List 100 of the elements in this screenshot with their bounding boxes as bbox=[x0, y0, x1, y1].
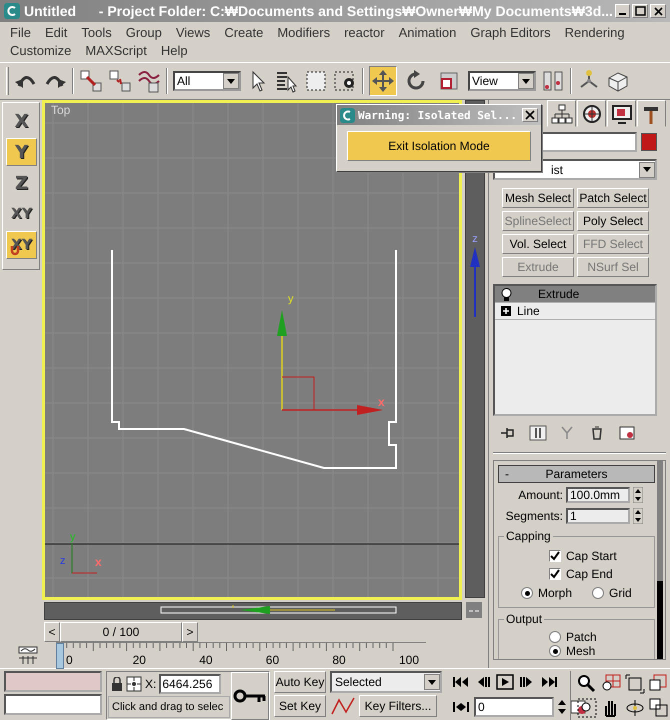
dashed-square-icon[interactable] bbox=[304, 69, 328, 93]
menu-item[interactable]: reactor bbox=[344, 24, 385, 42]
axis-constraint-button[interactable]: XY bbox=[6, 200, 37, 228]
select-by-name-icon[interactable] bbox=[275, 69, 299, 93]
field-of-view-icon[interactable] bbox=[577, 698, 597, 718]
app-logo-icon bbox=[4, 3, 20, 19]
menu-item[interactable]: Tools bbox=[81, 24, 112, 42]
menu-item[interactable]: Graph Editors bbox=[470, 24, 551, 42]
unlink-icon[interactable] bbox=[108, 69, 132, 93]
current-frame-field[interactable]: 0 bbox=[474, 697, 554, 717]
tangent-curve-icon[interactable] bbox=[330, 696, 356, 716]
radio-label[interactable]: Mesh bbox=[566, 644, 596, 658]
time-slider-thumb[interactable]: 0 / 100 bbox=[60, 622, 182, 642]
rollout-header[interactable]: - Parameters bbox=[498, 465, 655, 483]
key-mode-toggle-icon[interactable] bbox=[452, 699, 470, 715]
go-to-end-icon[interactable] bbox=[540, 674, 558, 690]
modifier-button[interactable]: Poly Select bbox=[577, 211, 649, 231]
menu-item[interactable]: Edit bbox=[44, 24, 68, 42]
pivot-icon[interactable] bbox=[541, 69, 565, 93]
menu-item[interactable]: Animation bbox=[398, 24, 456, 42]
checkbox[interactable] bbox=[549, 550, 561, 562]
dashed-circle-icon[interactable] bbox=[333, 69, 357, 93]
radio-label[interactable]: Patch bbox=[566, 630, 597, 644]
close-button[interactable] bbox=[650, 4, 666, 18]
minimize-button[interactable] bbox=[614, 4, 630, 18]
radio-button[interactable] bbox=[521, 587, 533, 599]
axis-constraint-button[interactable]: Y bbox=[6, 138, 37, 166]
menu-item[interactable]: Help bbox=[160, 42, 188, 60]
radio-button[interactable] bbox=[549, 631, 561, 643]
lock-icon[interactable] bbox=[111, 676, 123, 690]
configure-icon[interactable] bbox=[619, 425, 637, 441]
stack-item[interactable]: Extrude bbox=[495, 286, 655, 303]
menu-item[interactable]: Customize bbox=[10, 42, 72, 60]
panel-tab[interactable] bbox=[607, 100, 636, 127]
exit-isolation-button[interactable]: Exit Isolation Mode bbox=[347, 131, 531, 161]
mini-curve-icon[interactable] bbox=[466, 602, 482, 618]
menu-item[interactable]: File bbox=[10, 24, 31, 42]
x-coordinate-field[interactable]: 6464.256 bbox=[159, 674, 222, 694]
bind-icon[interactable] bbox=[137, 69, 161, 93]
auto-key-button[interactable]: Auto Key bbox=[274, 671, 326, 693]
menu-item[interactable]: MAXScript bbox=[85, 42, 147, 60]
radio-button[interactable] bbox=[592, 587, 604, 599]
menu-item[interactable]: Views bbox=[176, 24, 210, 42]
maximize-viewport-icon[interactable] bbox=[649, 698, 669, 718]
panel-tab[interactable] bbox=[547, 100, 576, 127]
zoom-icon[interactable] bbox=[577, 674, 597, 694]
object-color-swatch[interactable] bbox=[641, 133, 657, 151]
caret-icon bbox=[522, 78, 530, 84]
menu-item[interactable]: Modifiers bbox=[277, 24, 330, 42]
move-icon bbox=[371, 69, 395, 93]
coordinate-system-dropdown[interactable]: View bbox=[468, 71, 536, 91]
checkbox-label[interactable]: Cap End bbox=[566, 567, 613, 581]
pin-icon[interactable] bbox=[499, 425, 517, 441]
modifier-button[interactable]: Vol. Select bbox=[502, 234, 574, 254]
spinner-icon[interactable] bbox=[558, 698, 566, 716]
key-mode-dropdown[interactable]: Selected bbox=[330, 671, 442, 693]
set-key-button[interactable] bbox=[231, 672, 269, 720]
absolute-mode-icon[interactable] bbox=[126, 676, 142, 692]
curve-editor-icon[interactable] bbox=[18, 646, 38, 666]
axis-constraint-button[interactable]: Z bbox=[6, 169, 37, 197]
play-icon[interactable] bbox=[496, 674, 514, 690]
modifier-button[interactable]: Patch Select bbox=[577, 188, 649, 208]
checkbox-label[interactable]: Cap Start bbox=[566, 549, 617, 563]
menu-item[interactable]: Group bbox=[126, 24, 162, 42]
move-button[interactable] bbox=[369, 66, 397, 96]
key-filters-button[interactable]: Key Filters... bbox=[359, 695, 437, 717]
modifier-button[interactable]: Mesh Select bbox=[502, 188, 574, 208]
radio-label[interactable]: Morph bbox=[538, 586, 572, 600]
set-key-mode-button[interactable]: Set Key bbox=[274, 695, 326, 717]
spinner-icon[interactable] bbox=[633, 508, 643, 524]
maximize-button[interactable] bbox=[632, 4, 648, 18]
scrollbar[interactable] bbox=[657, 461, 663, 659]
track-bar[interactable]: 0 20 40 60 80 100 bbox=[56, 642, 426, 668]
maxscript-output-field[interactable] bbox=[4, 694, 102, 715]
axis-constraint-button[interactable]: X bbox=[6, 107, 37, 135]
link-icon[interactable] bbox=[79, 69, 103, 93]
zoom-extents-icon[interactable] bbox=[625, 674, 645, 694]
next-frame-button[interactable]: > bbox=[182, 622, 198, 642]
panel-tab[interactable] bbox=[577, 100, 606, 127]
show-end-result-icon[interactable] bbox=[529, 425, 547, 441]
number-field[interactable]: 100.0mm bbox=[566, 487, 630, 503]
zoom-extents-all-icon[interactable] bbox=[649, 674, 669, 694]
selection-filter-dropdown[interactable]: All bbox=[173, 71, 241, 91]
panel-tab[interactable] bbox=[637, 100, 666, 127]
zoom-all-icon[interactable] bbox=[601, 674, 621, 694]
menu-item[interactable]: Create bbox=[224, 24, 264, 42]
go-to-start-icon[interactable] bbox=[452, 674, 470, 690]
stack-item[interactable]: Line bbox=[495, 303, 655, 320]
time-marker[interactable] bbox=[56, 643, 64, 669]
number-field[interactable]: 1 bbox=[566, 508, 630, 524]
maxscript-listener-field[interactable] bbox=[4, 671, 102, 692]
radio-label[interactable]: Grid bbox=[609, 586, 632, 600]
group-title: Output bbox=[504, 612, 544, 626]
close-button[interactable] bbox=[522, 108, 538, 122]
checkbox[interactable] bbox=[549, 568, 561, 580]
radio-button[interactable] bbox=[549, 645, 561, 657]
spinner-icon[interactable] bbox=[633, 487, 643, 503]
previous-frame-button[interactable]: < bbox=[44, 622, 60, 642]
arc-rotate-icon[interactable] bbox=[625, 698, 645, 718]
menu-item[interactable]: Rendering bbox=[564, 24, 625, 42]
